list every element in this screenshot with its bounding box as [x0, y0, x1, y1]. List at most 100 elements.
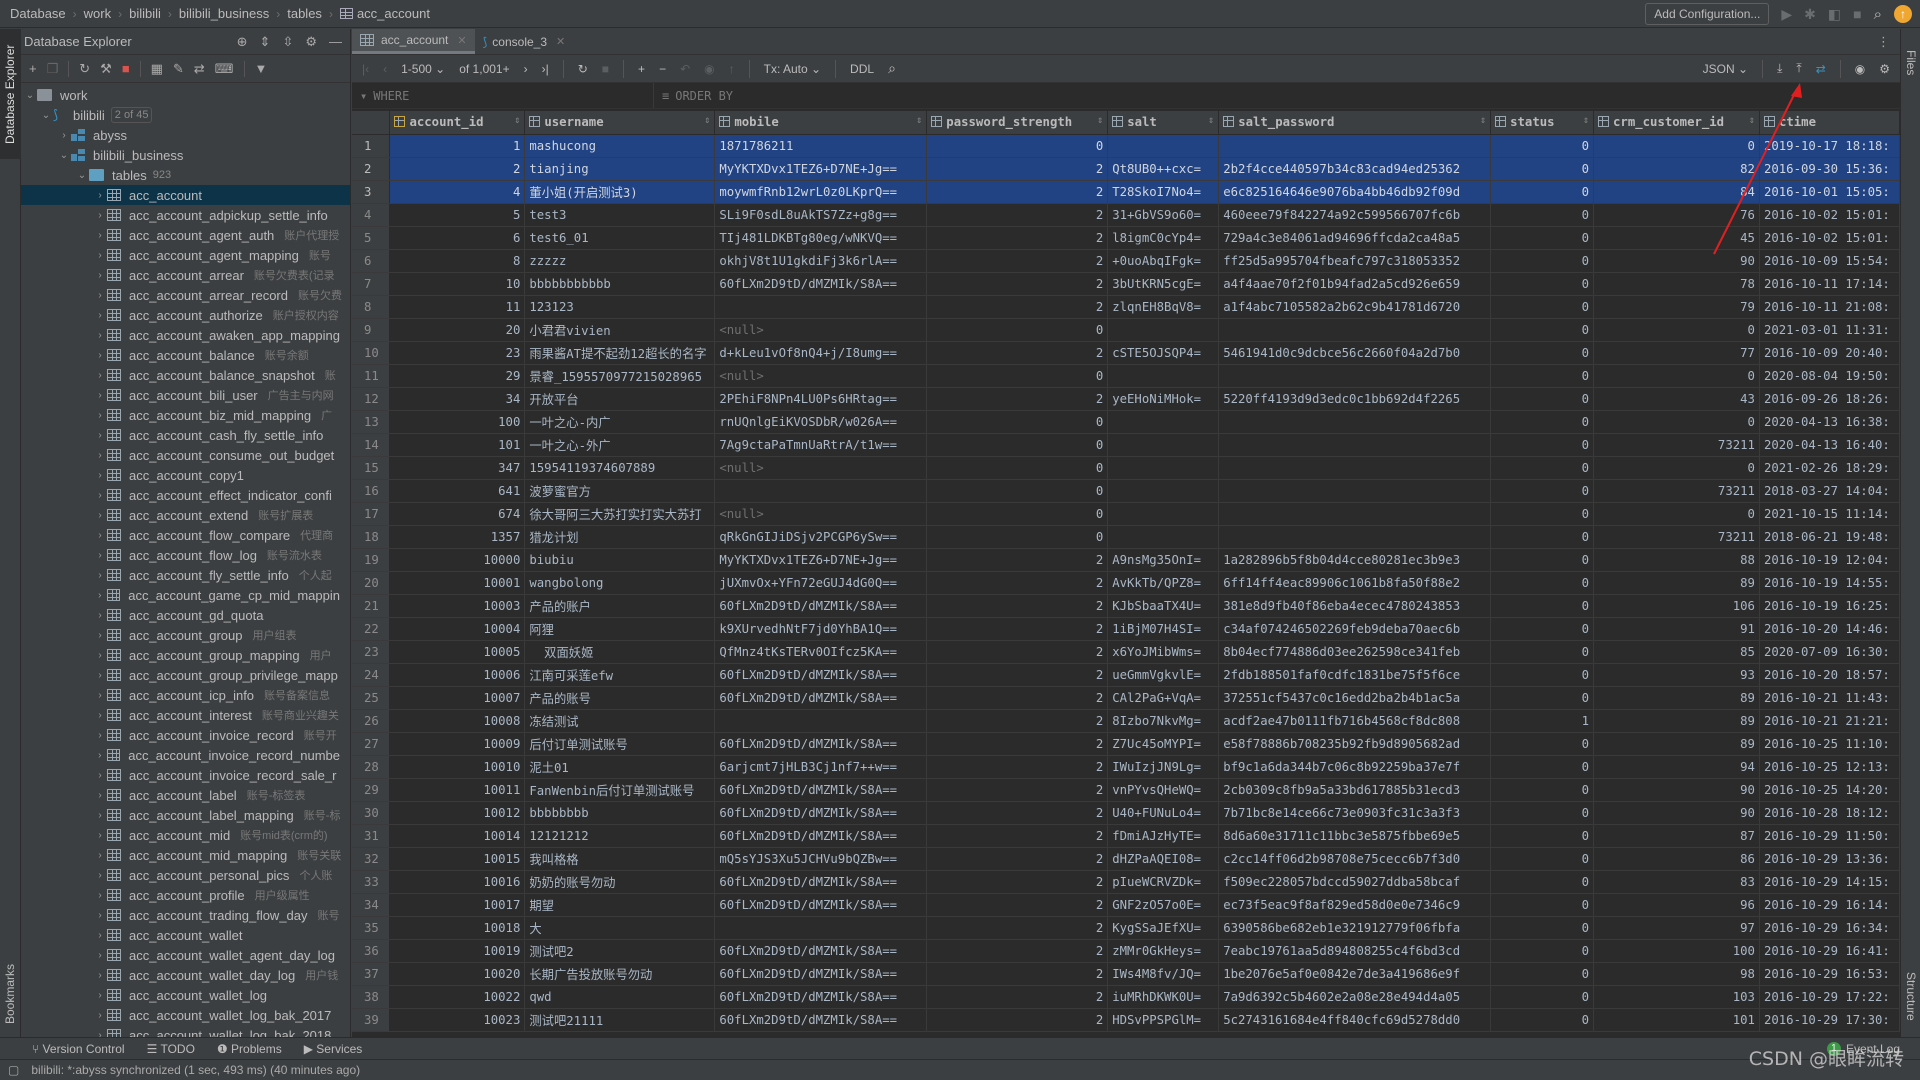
row-number[interactable]: 18	[352, 525, 391, 549]
cell-salt[interactable]: KygSSaJEfXU=	[1107, 916, 1220, 940]
cell-salt-password[interactable]	[1218, 479, 1492, 503]
cell-salt-password[interactable]	[1218, 525, 1492, 549]
cell-username[interactable]: qwd	[524, 985, 716, 1009]
cell-account-id[interactable]: 10006	[389, 663, 526, 687]
cell-ctime[interactable]: 2016-10-29 17:30:	[1759, 1008, 1900, 1032]
cell-salt[interactable]	[1107, 502, 1220, 526]
cell-mobile[interactable]: 1871786211	[714, 134, 928, 158]
cell-mobile[interactable]: d+kLeu1vOf8nQ4+j/I8umg==	[714, 341, 928, 365]
cell-status[interactable]: 0	[1490, 686, 1595, 710]
cell-password-strength[interactable]: 0	[926, 479, 1109, 503]
download-icon[interactable]: ⤓	[1777, 61, 1782, 76]
cell-ctime[interactable]: 2016-10-02 15:01:	[1759, 203, 1900, 227]
tree-node-table[interactable]: › acc_account_invoice_record_numbe	[21, 745, 350, 765]
table-row[interactable]: 2 2 tianjing MyYKTXDvx1TEZ6+D7NE+Jg== 2 Qt8UB…	[352, 157, 1900, 181]
cell-password-strength[interactable]: 2	[926, 548, 1109, 572]
upload-icon[interactable]: ⤒	[1796, 61, 1801, 76]
cell-account-id[interactable]: 100	[389, 410, 526, 434]
cell-salt[interactable]	[1107, 525, 1220, 549]
cell-password-strength[interactable]: 2	[926, 1008, 1109, 1032]
cell-status[interactable]: 0	[1490, 548, 1595, 572]
table-row[interactable]: 5 6 test6_01 TIj481LDKBTg80eg/wNKVQ== 2 l8igm…	[352, 226, 1900, 250]
cell-password-strength[interactable]: 2	[926, 387, 1109, 411]
cell-mobile[interactable]: okhjV8t1U1gkdiFj3k6rlA==	[714, 249, 928, 273]
cell-account-id[interactable]: 674	[389, 502, 526, 526]
cell-mobile[interactable]: TIj481LDKBTg80eg/wNKVQ==	[714, 226, 928, 250]
table-row[interactable]: 32 10015 我叫格格 mQ5sYJS3Xu5JCHVu9bQZBw== 2 dHZP…	[352, 847, 1900, 871]
cell-crm-customer-id[interactable]: 98	[1593, 962, 1760, 986]
cell-mobile[interactable]: 60fLXm2D9tD/dMZMIk/S8A==	[714, 663, 928, 687]
cell-crm-customer-id[interactable]: 43	[1593, 387, 1760, 411]
cell-crm-customer-id[interactable]: 101	[1593, 1008, 1760, 1032]
row-number[interactable]: 30	[352, 801, 391, 825]
cell-account-id[interactable]: 10	[389, 272, 526, 296]
chevron-down-icon[interactable]: ⌄	[57, 150, 71, 161]
cell-crm-customer-id[interactable]: 90	[1593, 778, 1760, 802]
cell-status[interactable]: 0	[1490, 732, 1595, 756]
sort-icon[interactable]: ⇕	[1583, 115, 1589, 126]
cell-status[interactable]: 0	[1490, 571, 1595, 595]
cell-crm-customer-id[interactable]: 103	[1593, 985, 1760, 1009]
tree-node-table[interactable]: › acc_account_balance_snapshot 账	[21, 365, 350, 385]
cell-salt-password[interactable]: a4f4aae70f2f01b94fad2a5cd926e659	[1218, 272, 1492, 296]
cell-account-id[interactable]: 641	[389, 479, 526, 503]
cell-ctime[interactable]: 2016-10-01 15:05:	[1759, 180, 1900, 204]
cell-password-strength[interactable]: 2	[926, 203, 1109, 227]
table-row[interactable]: 30 10012 bbbbbbbb 60fLXm2D9tD/dMZMIk/S8A== 2…	[352, 801, 1900, 825]
breadcrumb-item[interactable]: acc_account	[357, 6, 430, 21]
sort-icon[interactable]: ⇕	[704, 115, 710, 126]
cell-ctime[interactable]: 2016-10-20 18:57:	[1759, 663, 1900, 687]
row-number[interactable]: 37	[352, 962, 391, 986]
schema-count-badge[interactable]: 2 of 45	[110, 107, 153, 123]
cell-mobile[interactable]: 6arjcmt7jHLB3Cj1nf7++w==	[714, 755, 928, 779]
cell-salt[interactable]	[1107, 456, 1220, 480]
chevron-right-icon[interactable]: ›	[93, 490, 107, 501]
cell-salt[interactable]: IWuIzjJN9Lg=	[1107, 755, 1220, 779]
cell-account-id[interactable]: 10018	[389, 916, 526, 940]
chevron-right-icon[interactable]: ›	[93, 910, 107, 921]
chevron-right-icon[interactable]: ›	[93, 930, 107, 941]
cell-salt[interactable]: T28SkoI7No4=	[1107, 180, 1220, 204]
table-row[interactable]: 31 10014 12121212 60fLXm2D9tD/dMZMIk/S8A== 2…	[352, 824, 1900, 848]
cancel-query-icon[interactable]: ■	[602, 62, 609, 76]
cell-ctime[interactable]: 2018-06-21 19:48:	[1759, 525, 1900, 549]
cell-mobile[interactable]: qRkGnGIJiDSjv2PCGP6ySw==	[714, 525, 928, 549]
cell-ctime[interactable]: 2016-09-30 15:36:	[1759, 157, 1900, 181]
sort-icon[interactable]: ⇕	[1480, 115, 1486, 126]
chevron-right-icon[interactable]: ›	[93, 850, 107, 861]
cell-crm-customer-id[interactable]: 0	[1593, 456, 1760, 480]
cell-ctime[interactable]: 2020-08-04 19:50:	[1759, 364, 1900, 388]
row-number[interactable]: 3	[352, 180, 391, 204]
sort-icon[interactable]: ⇕	[514, 115, 520, 126]
tree-node-table[interactable]: › acc_account_invoice_record_sale_r	[21, 765, 350, 785]
cell-ctime[interactable]: 2016-10-29 11:50:	[1759, 824, 1900, 848]
tree-node-table[interactable]: › acc_account_group 用户组表	[21, 625, 350, 645]
cell-salt[interactable]: IWs4M8fv/JQ=	[1107, 962, 1220, 986]
cell-account-id[interactable]: 10000	[389, 548, 526, 572]
column-header-mobile[interactable]: mobile ⇕	[714, 111, 928, 135]
cell-salt[interactable]: CAl2PaG+VqA=	[1107, 686, 1220, 710]
cell-username[interactable]: 开放平台	[524, 387, 716, 411]
cell-salt-password[interactable]: 2cb0309c8fb9a5a33bd617885b31ecd3	[1218, 778, 1492, 802]
cell-account-id[interactable]: 34	[389, 387, 526, 411]
chevron-right-icon[interactable]: ›	[93, 890, 107, 901]
cell-ctime[interactable]: 2016-10-25 11:10:	[1759, 732, 1900, 756]
cell-crm-customer-id[interactable]: 0	[1593, 410, 1760, 434]
cell-salt[interactable]: 31+GbVS9o60=	[1107, 203, 1220, 227]
tree-node-table[interactable]: › acc_account	[21, 185, 350, 205]
row-number[interactable]: 7	[352, 272, 391, 296]
first-page-icon[interactable]: |‹	[362, 62, 369, 76]
tree-node-table[interactable]: › acc_account_mid_mapping 账号关联	[21, 845, 350, 865]
table-row[interactable]: 24 10006 江南可采莲efw 60fLXm2D9tD/dMZMIk/S8A== 2…	[352, 663, 1900, 687]
tree-node-table[interactable]: › acc_account_authorize 账户授权内容	[21, 305, 350, 325]
cell-salt-password[interactable]: e6c825164646e9076ba4bb46db92f09d	[1218, 180, 1492, 204]
cell-password-strength[interactable]: 2	[926, 272, 1109, 296]
cell-crm-customer-id[interactable]: 79	[1593, 295, 1760, 319]
chevron-right-icon[interactable]: ›	[93, 570, 107, 581]
cell-salt-password[interactable]: f509ec228057bdccd59027ddba58bcaf	[1218, 870, 1492, 894]
cell-password-strength[interactable]: 2	[926, 824, 1109, 848]
cell-ctime[interactable]: 2016-10-21 11:43:	[1759, 686, 1900, 710]
cell-salt[interactable]: fDmiAJzHyTE=	[1107, 824, 1220, 848]
cell-password-strength[interactable]: 0	[926, 525, 1109, 549]
cell-status[interactable]: 0	[1490, 249, 1595, 273]
